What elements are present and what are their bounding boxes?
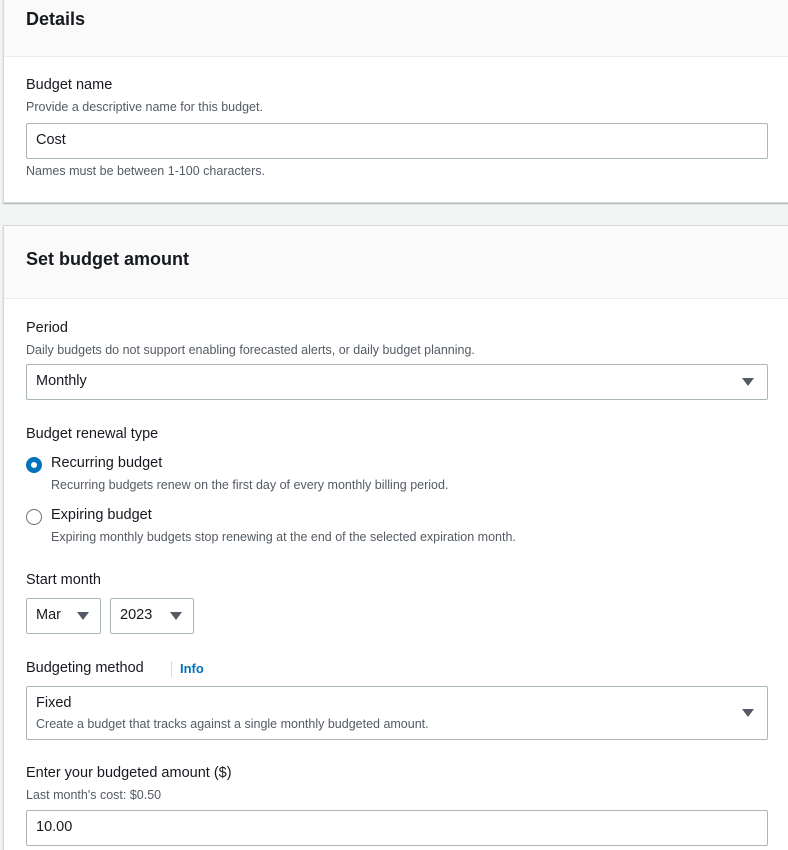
period-description: Daily budgets do not support enabling fo… xyxy=(26,343,475,357)
budgeting-method-value: Fixed xyxy=(36,695,72,711)
caret-down-icon xyxy=(170,612,182,620)
recurring-budget-label[interactable]: Recurring budget xyxy=(51,455,162,471)
budgeted-amount-label: Enter your budgeted amount ($) xyxy=(26,765,232,781)
budgeting-method-value-description: Create a budget that tracks against a si… xyxy=(36,717,429,731)
start-year-select[interactable]: 2023 xyxy=(110,598,194,634)
expiring-budget-label[interactable]: Expiring budget xyxy=(51,507,152,523)
set-budget-amount-header: Set budget amount xyxy=(4,226,788,299)
info-separator xyxy=(171,661,172,677)
details-panel-header: Details xyxy=(4,0,788,57)
period-label: Period xyxy=(26,320,68,336)
renewal-type-label: Budget renewal type xyxy=(26,426,159,442)
budgeting-method-info-link[interactable]: Info xyxy=(180,661,204,676)
budgeting-method-label: Budgeting method xyxy=(26,660,144,676)
budgeted-amount-value: 10.00 xyxy=(36,819,73,835)
budget-name-hint: Names must be between 1-100 characters. xyxy=(26,164,266,178)
budget-name-value: Cost xyxy=(36,132,66,148)
period-select[interactable]: Monthly xyxy=(26,364,768,400)
period-value: Monthly xyxy=(36,373,87,389)
budget-name-description: Provide a descriptive name for this budg… xyxy=(26,100,263,114)
set-budget-amount-panel: Set budget amount Period Daily budgets d… xyxy=(3,225,788,850)
details-title: Details xyxy=(26,9,86,29)
expiring-budget-description: Expiring monthly budgets stop renewing a… xyxy=(51,530,516,544)
recurring-budget-radio[interactable] xyxy=(26,457,42,473)
set-budget-amount-title: Set budget amount xyxy=(26,249,189,269)
recurring-budget-description: Recurring budgets renew on the first day… xyxy=(51,478,449,492)
details-panel: Details Budget name Provide a descriptiv… xyxy=(3,0,788,203)
caret-down-icon xyxy=(742,378,754,386)
budgeted-amount-input[interactable]: 10.00 xyxy=(26,810,768,846)
start-month-value: Mar xyxy=(36,607,61,623)
budgeting-method-select[interactable]: Fixed Create a budget that tracks agains… xyxy=(26,686,768,740)
budget-name-input[interactable]: Cost xyxy=(26,123,768,159)
start-month-label: Start month xyxy=(26,572,101,588)
start-month-select[interactable]: Mar xyxy=(26,598,101,634)
budget-name-label: Budget name xyxy=(26,77,113,93)
last-month-cost: Last month's cost: $0.50 xyxy=(26,788,162,802)
expiring-budget-radio[interactable] xyxy=(26,509,42,525)
caret-down-icon xyxy=(742,709,754,717)
caret-down-icon xyxy=(77,612,89,620)
start-year-value: 2023 xyxy=(120,607,153,623)
